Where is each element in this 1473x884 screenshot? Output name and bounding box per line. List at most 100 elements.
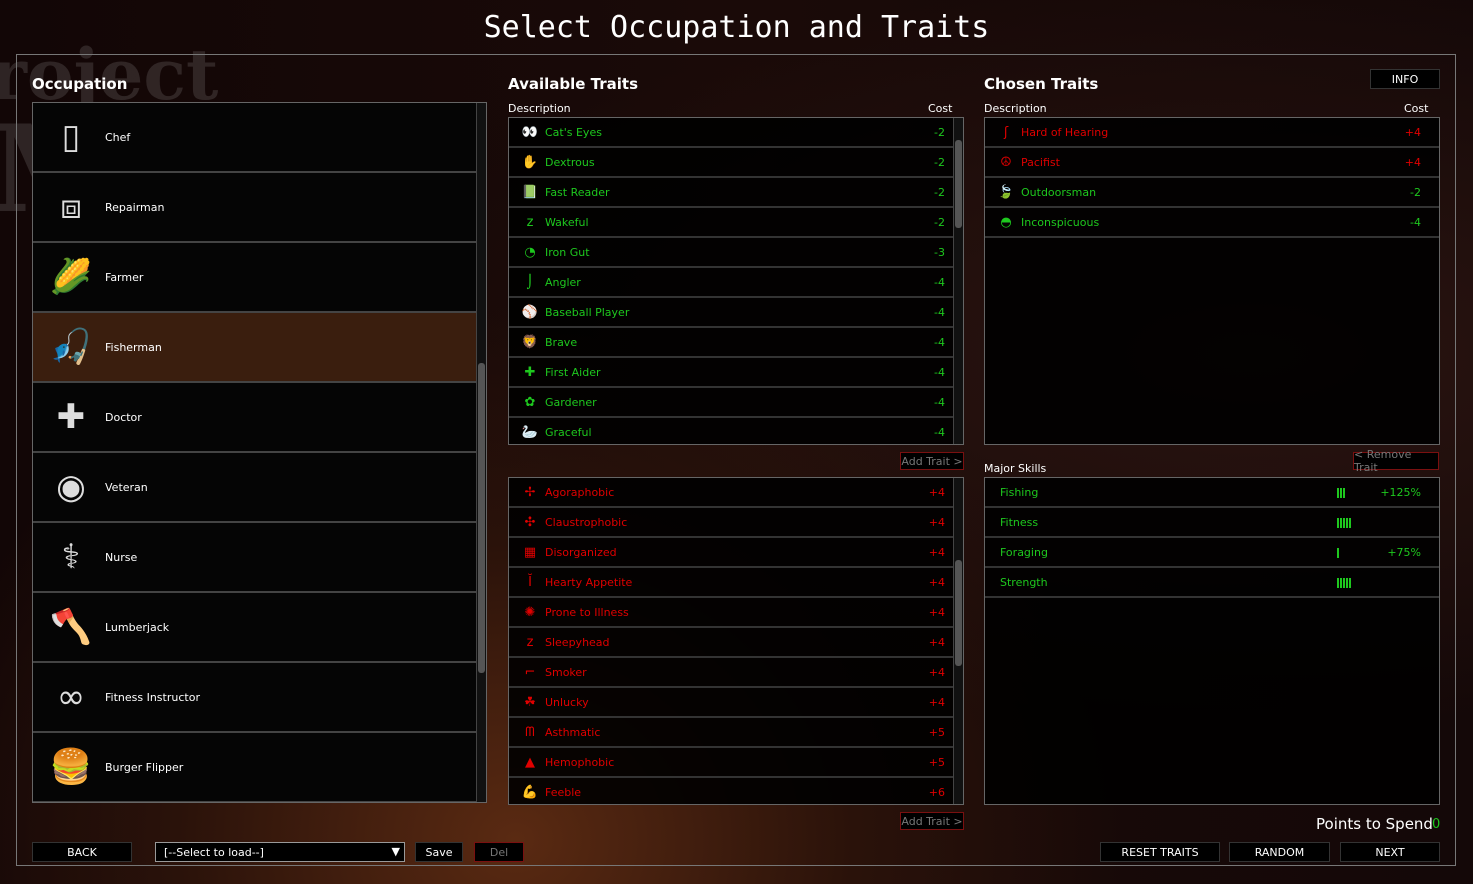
trait-cost: +4	[928, 695, 945, 709]
preset-select[interactable]: [--Select to load--] ▼	[155, 842, 405, 862]
points-value: 0	[1432, 817, 1441, 832]
trait-cost: -2	[934, 185, 945, 199]
lion-icon: 🦁	[521, 334, 539, 350]
occupation-label: Repairman	[105, 200, 165, 214]
next-button[interactable]: NEXT	[1340, 842, 1440, 862]
occupation-item[interactable]: ◉ Veteran	[33, 453, 486, 523]
occupation-item[interactable]: 🍔 Burger Flipper	[33, 733, 486, 802]
stomach-icon: ◔	[524, 244, 536, 260]
trait-row[interactable]: ✺ Prone to Illness +4	[509, 598, 963, 628]
add-trait-button[interactable]: Add Trait >	[900, 452, 964, 470]
trait-row[interactable]: ✣ Claustrophobic +4	[509, 508, 963, 538]
delete-button[interactable]: Del	[474, 842, 524, 862]
trait-cost: -4	[934, 275, 945, 289]
trait-row[interactable]: Ĭ Hearty Appetite +4	[509, 568, 963, 598]
trait-row[interactable]: ᗰ Asthmatic +5	[509, 718, 963, 748]
wakeful-icon: z	[526, 214, 534, 230]
trait-label: Fast Reader	[545, 185, 610, 199]
claustrophobic-icon: ✣	[524, 514, 536, 530]
trait-row[interactable]: ⌡ Angler -4	[509, 268, 963, 298]
trait-label: Cat's Eyes	[545, 125, 602, 139]
trait-row[interactable]: ⌐ Smoker +4	[509, 658, 963, 688]
occupation-item[interactable]: 🌽 Farmer	[33, 243, 486, 313]
trait-row[interactable]: ☮ Pacifist +4	[985, 148, 1439, 178]
cap-icon: ◓	[1000, 214, 1012, 230]
negative-traits-scrollbar[interactable]	[953, 478, 963, 804]
fishing-lure-icon: 🎣	[49, 327, 93, 367]
trait-row[interactable]: ✚ First Aider -4	[509, 358, 963, 388]
occupation-item[interactable]: 🪓 Lumberjack	[33, 593, 486, 663]
reset-traits-button[interactable]: RESET TRAITS	[1100, 842, 1220, 862]
hand-icon: ✋	[521, 154, 539, 170]
corn-icon: 🌽	[49, 257, 93, 297]
lungs-icon: ᗰ	[525, 724, 535, 740]
skill-bonus: +125%	[1380, 485, 1421, 499]
fishing-hook-icon: ⌡	[526, 274, 534, 290]
trait-cost: +5	[928, 725, 945, 739]
trait-label: Prone to Illness	[545, 605, 629, 619]
trait-row[interactable]: ◓ Inconspicuous -4	[985, 208, 1439, 238]
trait-label: Outdoorsman	[1021, 185, 1097, 199]
trait-row[interactable]: 🍃 Outdoorsman -2	[985, 178, 1439, 208]
occupation-label: Doctor	[105, 410, 142, 424]
positive-traits-scrollbar[interactable]	[953, 118, 963, 444]
trait-row[interactable]: ⚾ Baseball Player -4	[509, 298, 963, 328]
trait-cost: -4	[934, 335, 945, 349]
skill-level-bar	[1337, 518, 1352, 531]
trait-row[interactable]: 🦁 Brave -4	[509, 328, 963, 358]
peace-icon: ☮	[1000, 154, 1012, 170]
occupation-item[interactable]: ✚ Doctor	[33, 383, 486, 453]
skill-level-pip	[1337, 518, 1339, 528]
skill-bonus: +75%	[1387, 545, 1421, 559]
trait-label: Unlucky	[545, 695, 589, 709]
trait-cost: -4	[934, 305, 945, 319]
trait-label: Brave	[545, 335, 578, 349]
available-traits-heading: Available Traits	[508, 75, 638, 93]
info-button[interactable]: INFO	[1370, 69, 1440, 89]
trait-row[interactable]: ☘ Unlucky +4	[509, 688, 963, 718]
trait-row[interactable]: 📗 Fast Reader -2	[509, 178, 963, 208]
skill-row: Foraging +75%	[985, 538, 1439, 568]
skill-level-pip	[1337, 578, 1339, 588]
occupation-label: Burger Flipper	[105, 760, 184, 774]
cigarette-icon: ⌐	[524, 664, 536, 680]
trait-row[interactable]: ✢ Agoraphobic +4	[509, 478, 963, 508]
add-negative-trait-button[interactable]: Add Trait >	[900, 812, 964, 830]
trait-row[interactable]: z Sleepyhead +4	[509, 628, 963, 658]
trait-row[interactable]: ▲ Hemophobic +5	[509, 748, 963, 778]
skill-level-bar	[1337, 488, 1346, 501]
trait-row[interactable]: ◔ Iron Gut -3	[509, 238, 963, 268]
toolbox-icon: ⧈	[60, 187, 82, 227]
trait-label: Wakeful	[545, 215, 589, 229]
trait-row[interactable]: 💪 Feeble +6	[509, 778, 963, 804]
trait-row[interactable]: z Wakeful -2	[509, 208, 963, 238]
col-cost: Cost	[928, 102, 953, 115]
trait-label: Baseball Player	[545, 305, 630, 319]
remove-trait-button[interactable]: < Remove Trait	[1353, 448, 1439, 474]
trait-row[interactable]: 👀 Cat's Eyes -2	[509, 118, 963, 148]
occupation-item[interactable]: ⚕ Nurse	[33, 523, 486, 593]
occupation-item[interactable]: ⧈ Repairman	[33, 173, 486, 243]
trait-row[interactable]: ✿ Gardener -4	[509, 388, 963, 418]
trait-cost: +4	[928, 485, 945, 499]
skill-level-pip	[1349, 518, 1351, 528]
occupation-item[interactable]: 🎣 Fisherman	[33, 313, 486, 383]
save-button[interactable]: Save	[415, 842, 463, 862]
skill-label: Fitness	[1000, 515, 1039, 529]
trait-label: Iron Gut	[545, 245, 590, 259]
occupation-scrollbar[interactable]	[476, 103, 486, 802]
occupation-item[interactable]: ∞ Fitness Instructor	[33, 663, 486, 733]
preset-select-value: [--Select to load--]	[164, 846, 264, 859]
page-title: Select Occupation and Traits	[483, 10, 990, 45]
trait-row[interactable]: ✋ Dextrous -2	[509, 148, 963, 178]
back-button[interactable]: BACK	[32, 842, 132, 862]
baseball-icon: ⚾	[521, 304, 539, 320]
occupation-item[interactable]: ▯ Chef	[33, 103, 486, 173]
occupation-label: Lumberjack	[105, 620, 170, 634]
trait-row[interactable]: ▦ Disorganized +4	[509, 538, 963, 568]
trait-row[interactable]: 🦢 Graceful -4	[509, 418, 963, 444]
random-button[interactable]: RANDOM	[1229, 842, 1330, 862]
mess-icon: ▦	[523, 544, 537, 560]
axe-icon: 🪓	[49, 607, 93, 647]
trait-row[interactable]: ʃ Hard of Hearing +4	[985, 118, 1439, 148]
